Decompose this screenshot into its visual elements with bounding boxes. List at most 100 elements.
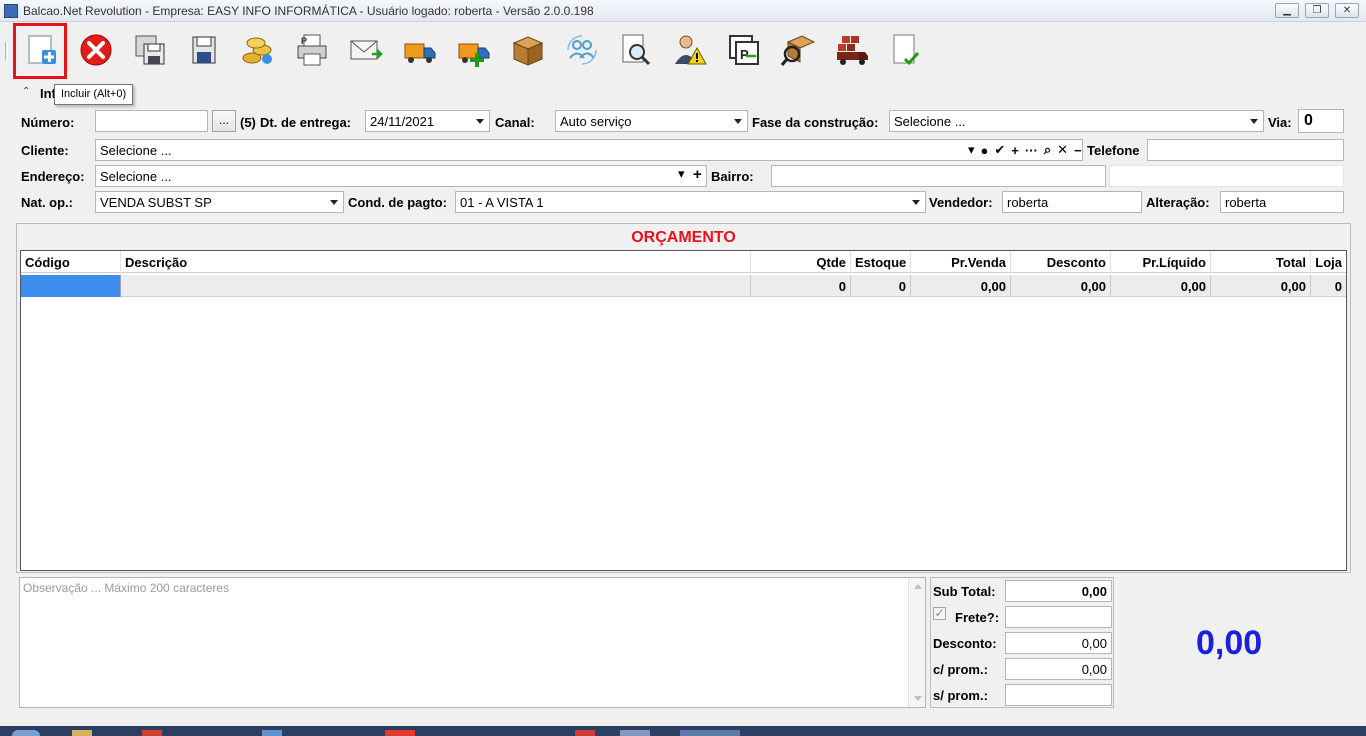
close-window-button[interactable]: ✕	[1335, 3, 1359, 18]
canal-select[interactable]: Auto serviço	[555, 110, 748, 132]
chevron-down-icon[interactable]: ▾	[678, 166, 685, 182]
cliente-select[interactable]: Selecione ...	[95, 139, 1083, 161]
plus-icon[interactable]: +	[693, 166, 702, 183]
col-codigo[interactable]: Código	[21, 251, 121, 273]
users-sync-icon[interactable]	[564, 32, 600, 68]
box-search-icon[interactable]	[780, 32, 816, 68]
table-row[interactable]: 0 0 0,00 0,00 0,00 0,00 0	[21, 275, 1346, 297]
print-icon[interactable]: P	[294, 32, 330, 68]
taskbar-app-icon[interactable]	[680, 730, 740, 736]
taskbar-app-icon[interactable]	[385, 730, 415, 736]
clear-icon[interactable]: ✕	[1057, 142, 1068, 158]
user-warning-icon[interactable]	[672, 32, 708, 68]
alteracao-input[interactable]: roberta	[1220, 191, 1344, 213]
cell-qtde[interactable]: 0	[751, 275, 851, 297]
observacao-textarea[interactable]: Observação ... Máximo 200 caracteres	[19, 577, 926, 708]
document-check-icon[interactable]	[888, 32, 924, 68]
truck-add-icon[interactable]	[456, 32, 492, 68]
desconto-input[interactable]: 0,00	[1005, 632, 1112, 654]
title-bar: Balcao.Net Revolution - Empresa: EASY IN…	[0, 0, 1366, 22]
save-all-icon[interactable]	[132, 32, 168, 68]
orcamento-panel: ORÇAMENTO Código Descrição Qtde Estoque …	[16, 223, 1351, 573]
natop-label: Nat. op.:	[21, 195, 73, 210]
endereco-select[interactable]: Selecione ...	[95, 165, 707, 187]
location-pin-icon[interactable]: ●	[981, 143, 989, 158]
natop-select[interactable]: VENDA SUBST SP	[95, 191, 344, 213]
taskbar-app-icon[interactable]	[142, 730, 162, 736]
endereco-label: Endereço:	[21, 169, 85, 184]
frete-checkbox[interactable]: ✓	[933, 607, 946, 620]
numero-input[interactable]	[95, 110, 208, 132]
taskbar-app-icon[interactable]	[575, 730, 595, 736]
plus-icon[interactable]: +	[1011, 143, 1019, 158]
dt-entrega-label: Dt. de entrega:	[260, 115, 352, 130]
check-icon[interactable]: ✔	[994, 142, 1005, 158]
col-descricao[interactable]: Descrição	[121, 251, 751, 273]
search-icon[interactable]: ⌕	[1044, 142, 1051, 158]
sprom-label: s/ prom.:	[933, 688, 988, 703]
numero-lookup-button[interactable]: ...	[212, 110, 236, 132]
dropdown-arrow-icon	[1250, 119, 1258, 124]
cprom-input[interactable]: 0,00	[1005, 658, 1112, 680]
taskbar-app-icon[interactable]	[620, 730, 650, 736]
dt-entrega-picker[interactable]: 24/11/2021	[365, 110, 490, 132]
cell-pr-venda[interactable]: 0,00	[911, 275, 1011, 297]
grand-total: 0,00	[1196, 624, 1263, 662]
more-icon[interactable]: ···	[1025, 143, 1038, 158]
minus-icon[interactable]: −	[1074, 143, 1082, 158]
telefone-label: Telefone	[1087, 143, 1140, 158]
bairro-input[interactable]	[771, 165, 1106, 187]
col-estoque[interactable]: Estoque	[851, 251, 911, 273]
box-icon[interactable]	[510, 32, 546, 68]
dropdown-arrow-icon	[912, 200, 920, 205]
taskbar-app-icon[interactable]	[262, 730, 282, 736]
col-loja[interactable]: Loja	[1311, 251, 1346, 273]
document-search-icon[interactable]	[618, 32, 654, 68]
chevron-down-icon[interactable]: ▾	[968, 142, 975, 158]
toolbar-grip[interactable]	[5, 42, 8, 60]
cancel-icon[interactable]	[78, 32, 114, 68]
dt-entrega-value: 24/11/2021	[370, 114, 435, 129]
items-grid[interactable]: Código Descrição Qtde Estoque Pr.Venda D…	[20, 250, 1347, 571]
col-desconto[interactable]: Desconto	[1011, 251, 1111, 273]
start-button[interactable]	[12, 730, 40, 736]
cell-total[interactable]: 0,00	[1211, 275, 1311, 297]
truck-icon[interactable]	[402, 32, 438, 68]
transfer-document-icon[interactable]: P	[726, 32, 762, 68]
save-icon[interactable]	[186, 32, 222, 68]
cell-loja[interactable]: 0	[1311, 275, 1346, 297]
vendedor-input[interactable]: roberta	[1002, 191, 1142, 213]
truck-load-icon[interactable]	[834, 32, 870, 68]
cell-descricao[interactable]	[121, 275, 751, 297]
chevron-up-icon[interactable]: ⌃	[22, 86, 30, 97]
coins-icon[interactable]	[240, 32, 276, 68]
col-pr-venda[interactable]: Pr.Venda	[911, 251, 1011, 273]
cell-estoque[interactable]: 0	[851, 275, 911, 297]
scroll-down-icon[interactable]	[914, 696, 922, 701]
telefone-input[interactable]	[1147, 139, 1344, 161]
extra-input[interactable]	[1109, 165, 1344, 187]
fase-select[interactable]: Selecione ...	[889, 110, 1264, 132]
vendedor-label: Vendedor:	[929, 195, 993, 210]
scroll-up-icon[interactable]	[914, 584, 922, 589]
section-header[interactable]: ⌃ Inf	[17, 84, 1349, 104]
add-document-icon[interactable]	[24, 32, 60, 68]
observacao-scrollbar[interactable]	[908, 578, 925, 707]
cell-codigo[interactable]	[21, 275, 121, 297]
bairro-label: Bairro:	[711, 169, 754, 184]
condpagto-select[interactable]: 01 - A VISTA 1	[455, 191, 926, 213]
minimize-button[interactable]: ▁	[1275, 3, 1299, 18]
frete-label: Frete?:	[955, 610, 1000, 625]
col-qtde[interactable]: Qtde	[751, 251, 851, 273]
via-input[interactable]: 0	[1298, 109, 1344, 133]
col-pr-liquido[interactable]: Pr.Líquido	[1111, 251, 1211, 273]
cell-pr-liquido[interactable]: 0,00	[1111, 275, 1211, 297]
frete-input[interactable]	[1005, 606, 1112, 628]
restore-button[interactable]: ❐	[1305, 3, 1329, 18]
col-total[interactable]: Total	[1211, 251, 1311, 273]
email-icon[interactable]	[348, 32, 384, 68]
taskbar-app-icon[interactable]	[72, 730, 92, 736]
alteracao-label: Alteração:	[1146, 195, 1210, 210]
sprom-input[interactable]	[1005, 684, 1112, 706]
cell-desconto[interactable]: 0,00	[1011, 275, 1111, 297]
